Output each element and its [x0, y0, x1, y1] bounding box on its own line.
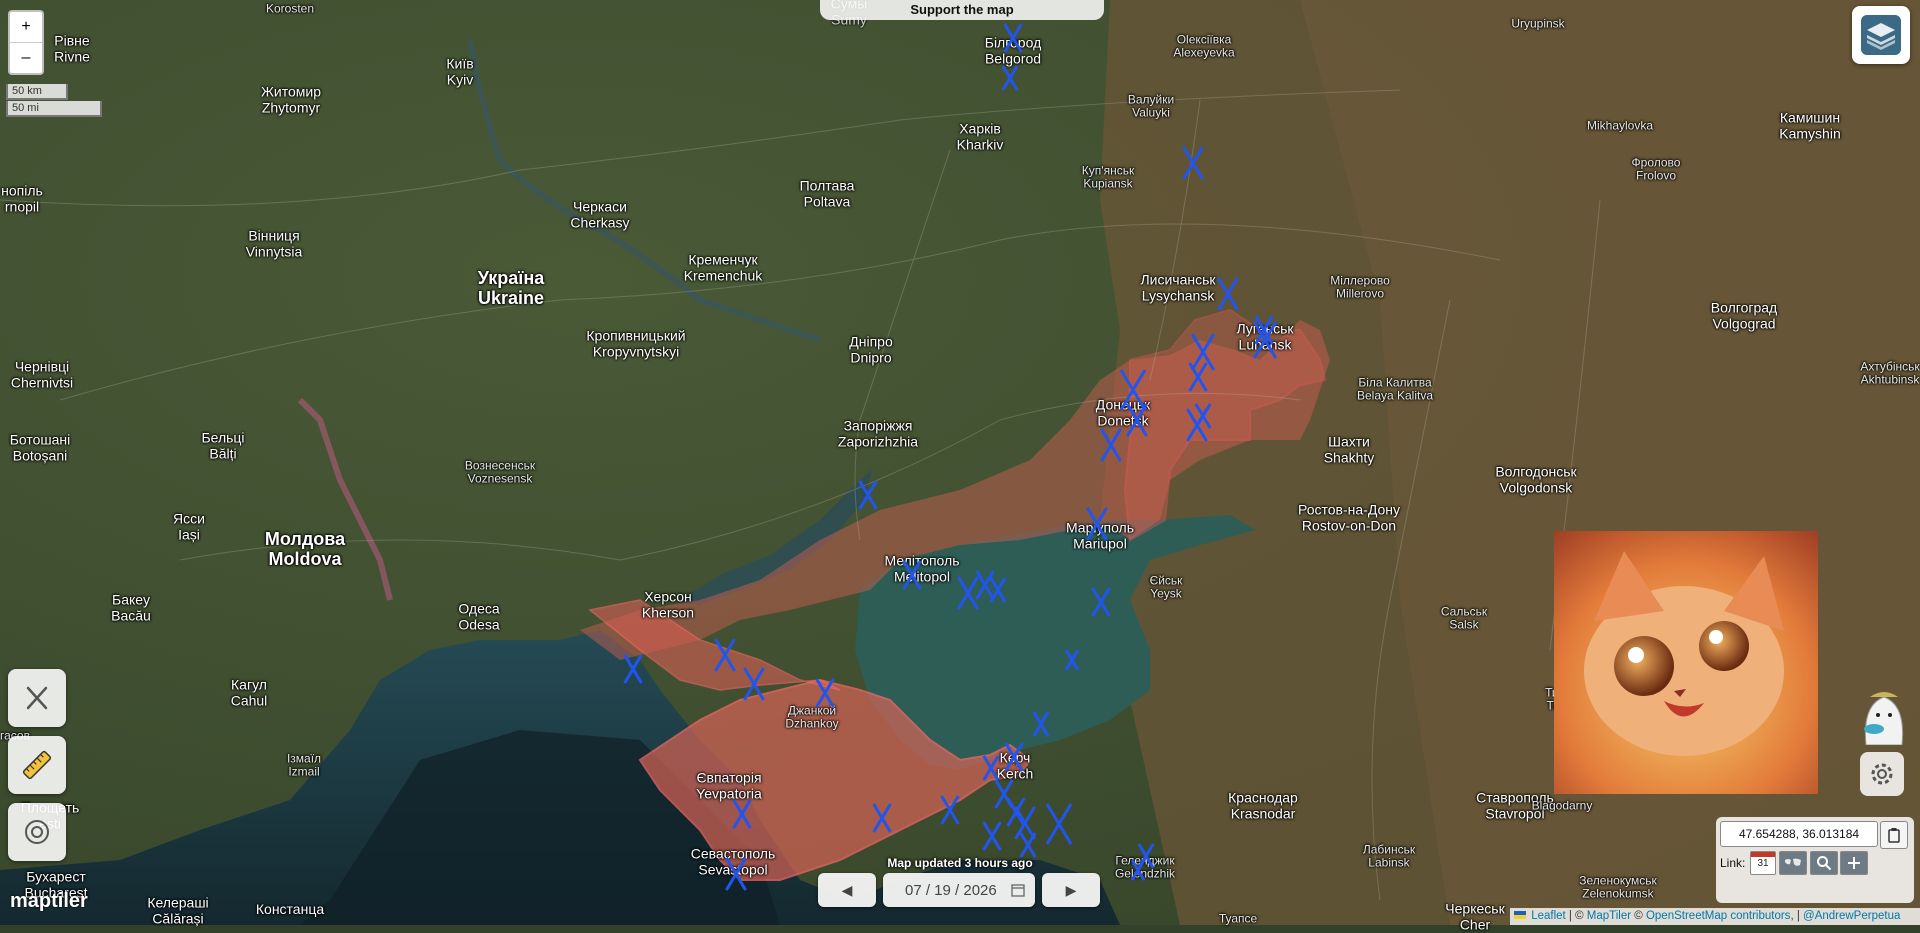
calendar-link-button[interactable]: 31: [1750, 851, 1776, 875]
strike-marker: [732, 799, 752, 829]
layers-icon: [1861, 15, 1901, 55]
strike-marker: [1001, 65, 1019, 91]
mascot-icon: [1864, 692, 1904, 746]
zoom-control: + –: [8, 10, 44, 75]
author-link[interactable]: @AndrewPerpetua: [1803, 910, 1900, 922]
strike-marker: [1217, 277, 1239, 311]
strike-marker: [1126, 403, 1148, 437]
locate-tool-button[interactable]: [8, 803, 66, 861]
coordinates-field[interactable]: 47.654288, 36.013184: [1720, 821, 1878, 847]
strike-marker: [1045, 803, 1073, 845]
strike-marker: [902, 560, 922, 590]
attribution-sep-1: | ©: [1565, 910, 1587, 922]
osm-link[interactable]: OpenStreetMap contributors: [1646, 910, 1790, 922]
layers-button[interactable]: [1852, 6, 1910, 64]
strike-marker: [1182, 146, 1204, 180]
strike-marker: [872, 803, 892, 833]
strike-marker: [1004, 742, 1024, 772]
attribution-sep-2: ©: [1631, 910, 1646, 922]
strike-marker: [1100, 428, 1122, 462]
target-icon: [25, 820, 49, 844]
measure-tool-button[interactable]: [8, 736, 66, 794]
strike-marker: [982, 755, 1000, 781]
copy-coordinates-button[interactable]: [1880, 821, 1908, 849]
date-value: 07 / 19 / 2026: [905, 881, 997, 899]
strike-marker: [975, 570, 995, 600]
zoom-out-button[interactable]: –: [10, 43, 42, 73]
strike-marker: [623, 654, 643, 684]
x-icon: [26, 686, 48, 710]
strike-marker: [957, 576, 979, 610]
strike-marker: [1188, 362, 1208, 392]
strike-marker-tool-button[interactable]: [8, 669, 66, 727]
support-map-label: Support the map: [910, 2, 1014, 17]
strike-marker: [1130, 859, 1146, 881]
date-picker[interactable]: 07 / 19 / 2026: [883, 873, 1035, 907]
maptiler-link[interactable]: MapTiler: [1587, 910, 1631, 922]
zoom-in-button[interactable]: +: [10, 12, 42, 43]
calendar-day: 31: [1757, 858, 1769, 869]
strike-marker: [1032, 711, 1050, 737]
strike-marker: [1190, 333, 1216, 371]
strike-marker: [815, 678, 835, 708]
strike-marker: [743, 667, 765, 701]
search-link-button[interactable]: [1810, 851, 1838, 875]
strike-marker: [1006, 797, 1026, 827]
strike-marker: [940, 795, 960, 825]
strike-marker: [714, 638, 736, 672]
cat-illustration-image: [1554, 531, 1818, 794]
map-updated-text: Map updated 3 hours ago: [887, 856, 1033, 870]
world-map-link-button[interactable]: [1779, 851, 1807, 875]
strike-marker: [1194, 403, 1212, 429]
calendar-icon: [1011, 884, 1025, 897]
cat-illustration: [1554, 531, 1818, 794]
strike-marker: [1119, 369, 1147, 411]
ukraine-flag-icon: [1514, 911, 1526, 919]
gear-icon: [1871, 763, 1893, 785]
strike-marker: [858, 480, 878, 510]
strike-marker: [725, 857, 747, 891]
add-link-button[interactable]: [1840, 851, 1868, 875]
strike-marker: [989, 577, 1007, 603]
maptiler-logo[interactable]: maptiler: [10, 890, 88, 913]
ruler-icon: [22, 750, 52, 780]
plus-icon: [1848, 857, 1860, 869]
link-label: Link:: [1720, 856, 1746, 870]
maptiler-logo-text: maptiler: [10, 890, 88, 912]
next-icon: ▶: [1065, 881, 1077, 898]
attribution-sep-3: , |: [1790, 910, 1804, 922]
previous-icon: ◀: [841, 881, 853, 898]
world-map-icon: [1785, 858, 1801, 866]
mascot-figure: [1856, 685, 1912, 746]
strike-marker: [1014, 806, 1036, 840]
search-icon: [1817, 856, 1832, 871]
support-map-banner[interactable]: Support the map: [820, 0, 1104, 20]
strike-marker: [1003, 23, 1023, 53]
previous-day-button[interactable]: ◀: [818, 873, 876, 907]
map-attribution: Leaflet | © MapTiler © OpenStreetMap con…: [1510, 908, 1920, 925]
strike-marker: [1091, 587, 1111, 617]
clipboard-icon: [1888, 828, 1900, 843]
strike-marker: [982, 821, 1002, 851]
strike-marker: [1064, 649, 1080, 671]
scale-mi: 50 mi: [6, 101, 102, 117]
strike-marker: [1086, 507, 1108, 541]
settings-button[interactable]: [1860, 752, 1904, 796]
scale-km: 50 km: [6, 84, 68, 100]
leaflet-link[interactable]: Leaflet: [1531, 910, 1566, 922]
strike-marker: [1019, 832, 1037, 858]
next-day-button[interactable]: ▶: [1042, 873, 1100, 907]
